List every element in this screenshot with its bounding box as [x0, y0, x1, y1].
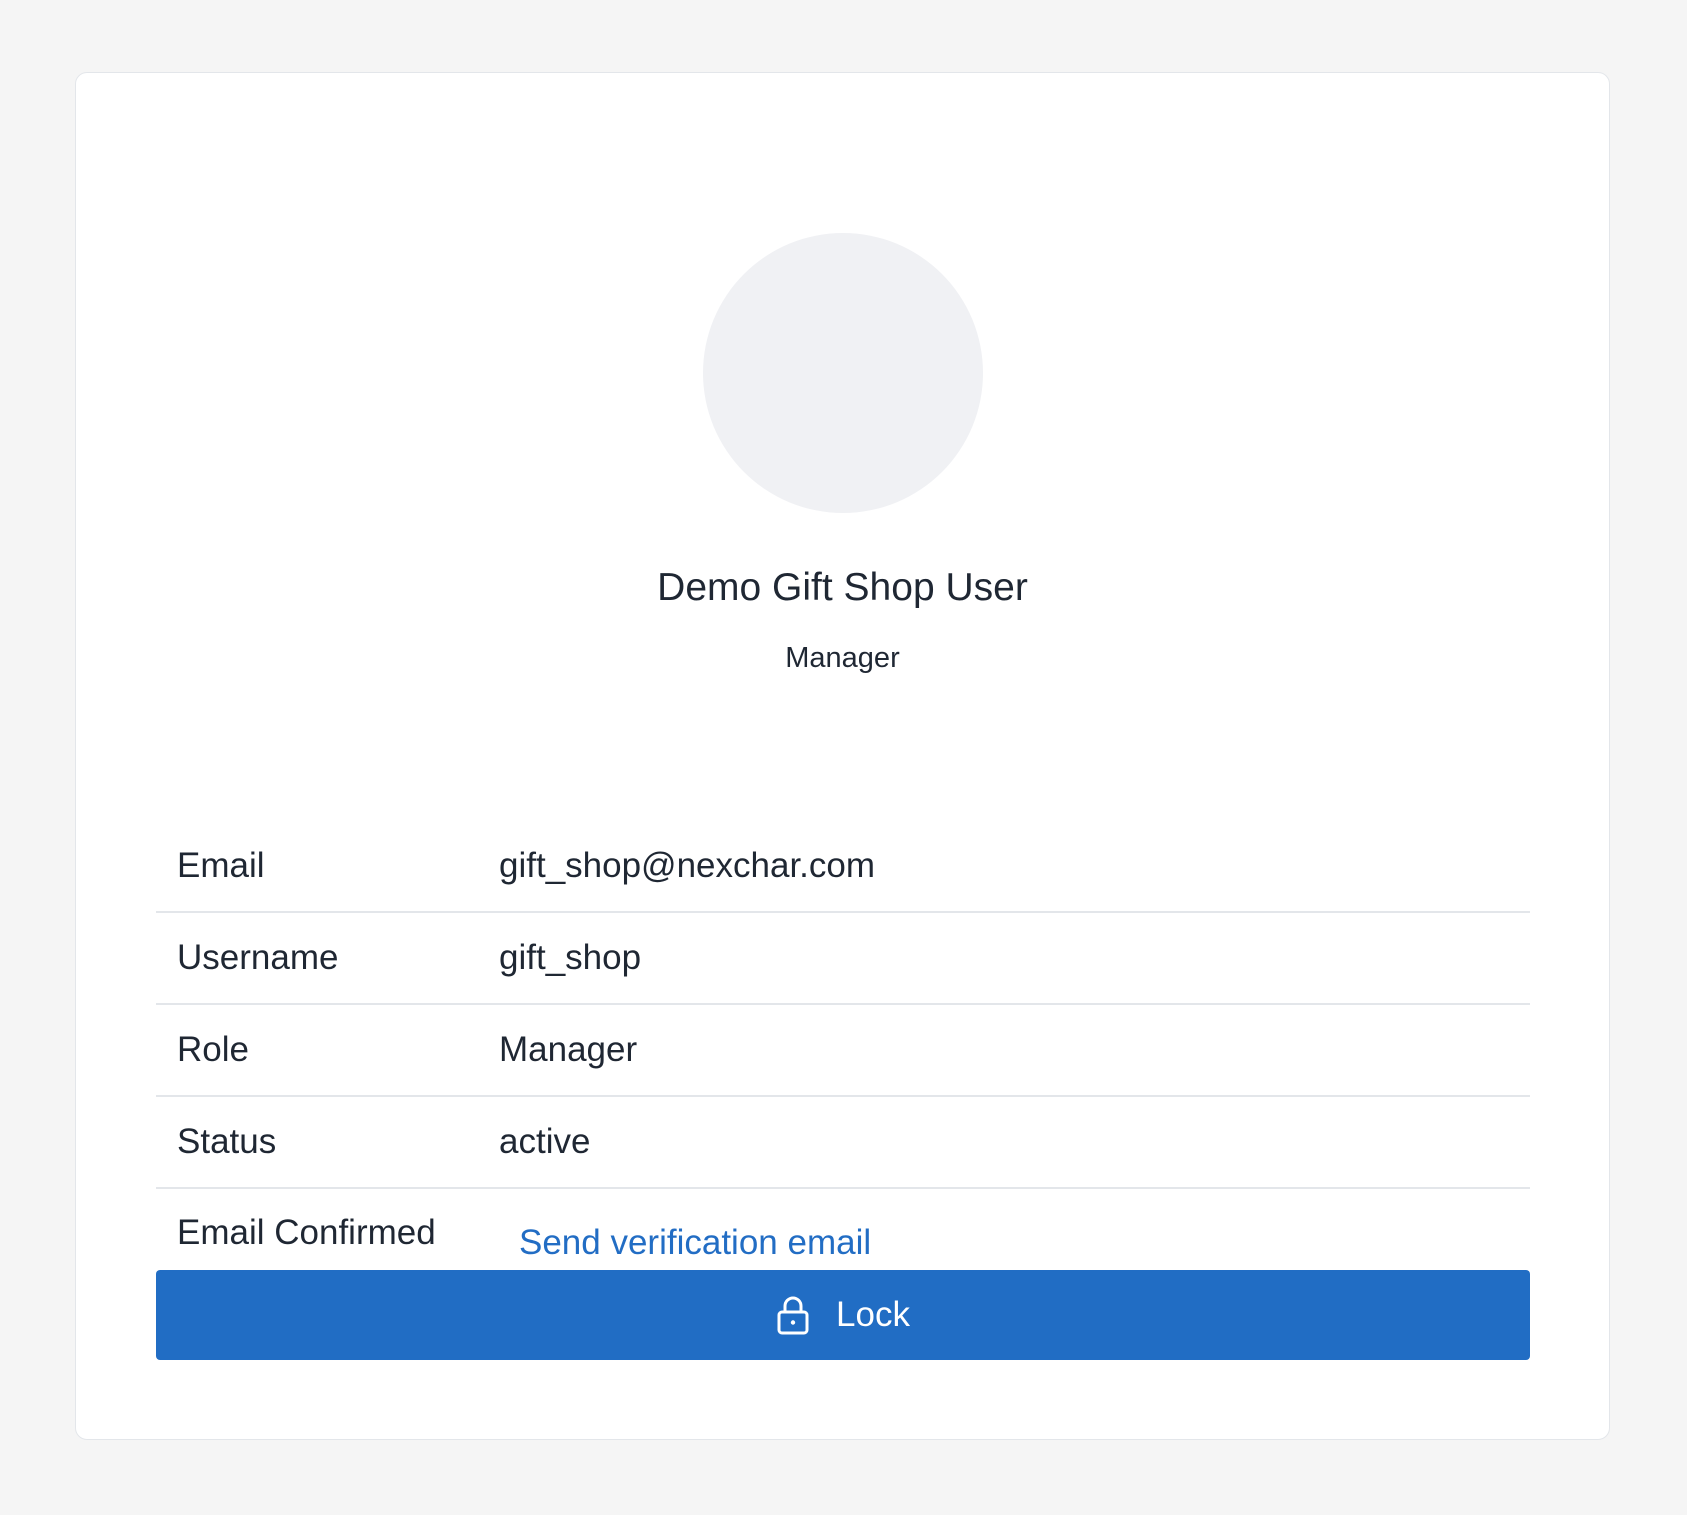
- details-table: Email gift_shop@nexchar.com Username gif…: [156, 821, 1530, 1296]
- detail-row-email: Email gift_shop@nexchar.com: [156, 821, 1530, 913]
- detail-value: Manager: [499, 1030, 638, 1069]
- detail-label: Status: [177, 1122, 277, 1161]
- detail-label: Email: [177, 846, 265, 885]
- user-name: Demo Gift Shop User: [657, 566, 1028, 609]
- lock-button[interactable]: Lock: [156, 1270, 1530, 1360]
- detail-label: Role: [177, 1030, 249, 1069]
- detail-label: Email Confirmed: [177, 1213, 436, 1252]
- detail-row-role: Role Manager: [156, 1005, 1530, 1097]
- detail-row-status: Status active: [156, 1097, 1530, 1189]
- detail-value: gift_shop: [499, 938, 642, 977]
- avatar: [703, 233, 983, 513]
- user-profile-card: Demo Gift Shop User Manager Email gift_s…: [75, 72, 1610, 1440]
- send-verification-email-link[interactable]: Send verification email: [519, 1223, 871, 1263]
- detail-row-username: Username gift_shop: [156, 913, 1530, 1005]
- user-role: Manager: [785, 642, 900, 674]
- lock-icon: [776, 1295, 810, 1335]
- detail-value: active: [499, 1122, 591, 1161]
- detail-value: gift_shop@nexchar.com: [499, 846, 876, 885]
- lock-button-label: Lock: [836, 1295, 910, 1334]
- detail-label: Username: [177, 938, 339, 977]
